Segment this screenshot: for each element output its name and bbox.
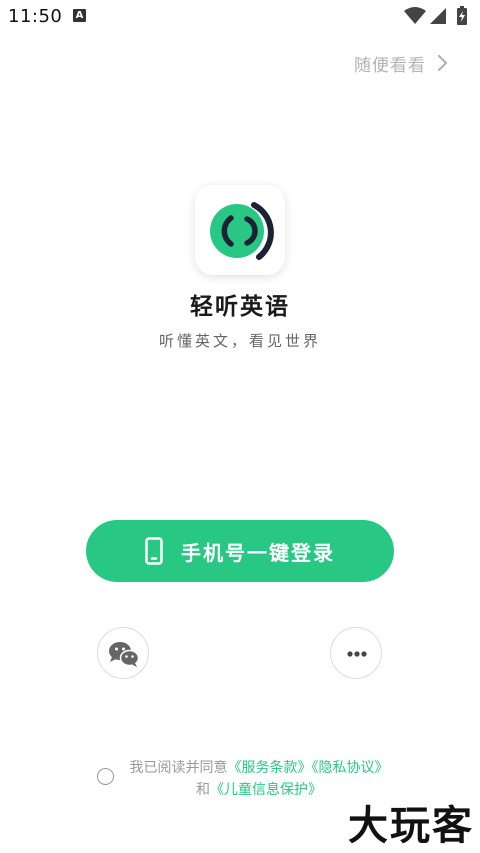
browse-button[interactable]: 随便看看 bbox=[354, 50, 426, 76]
status-bar: 11:50 A bbox=[0, 0, 480, 34]
service-terms-link[interactable]: 《服务条款》 bbox=[228, 760, 312, 776]
signal-icon bbox=[430, 8, 446, 24]
phone-icon bbox=[145, 537, 163, 565]
privacy-policy-link[interactable]: 《隐私协议》 bbox=[312, 760, 389, 776]
status-icons bbox=[404, 6, 474, 26]
phone-login-button[interactable]: 手机号一键登录 bbox=[86, 520, 394, 582]
app-slogan: 听懂英文，看见世界 bbox=[158, 332, 321, 350]
wifi-icon bbox=[404, 7, 426, 24]
status-time: 11:50 bbox=[8, 6, 63, 27]
agreement-conjunction: 和 bbox=[196, 782, 210, 798]
phone-login-label: 手机号一键登录 bbox=[181, 540, 335, 565]
more-dots-icon bbox=[347, 651, 367, 657]
agree-checkbox[interactable] bbox=[97, 768, 114, 785]
app-name: 轻听英语 bbox=[190, 294, 290, 320]
wechat-login-button[interactable] bbox=[97, 627, 149, 679]
notification-a-icon: A bbox=[73, 9, 86, 22]
app-logo-icon bbox=[210, 202, 274, 260]
battery-icon bbox=[457, 6, 467, 25]
wechat-icon bbox=[109, 642, 140, 667]
app-logo bbox=[195, 185, 285, 275]
child-protection-link[interactable]: 《儿童信息保护》 bbox=[210, 782, 322, 798]
more-login-button[interactable] bbox=[330, 627, 382, 679]
chevron-right-icon[interactable] bbox=[434, 54, 450, 72]
agreement-prefix: 我已阅读并同意 bbox=[129, 760, 228, 776]
watermark: 大玩客 bbox=[348, 802, 474, 849]
